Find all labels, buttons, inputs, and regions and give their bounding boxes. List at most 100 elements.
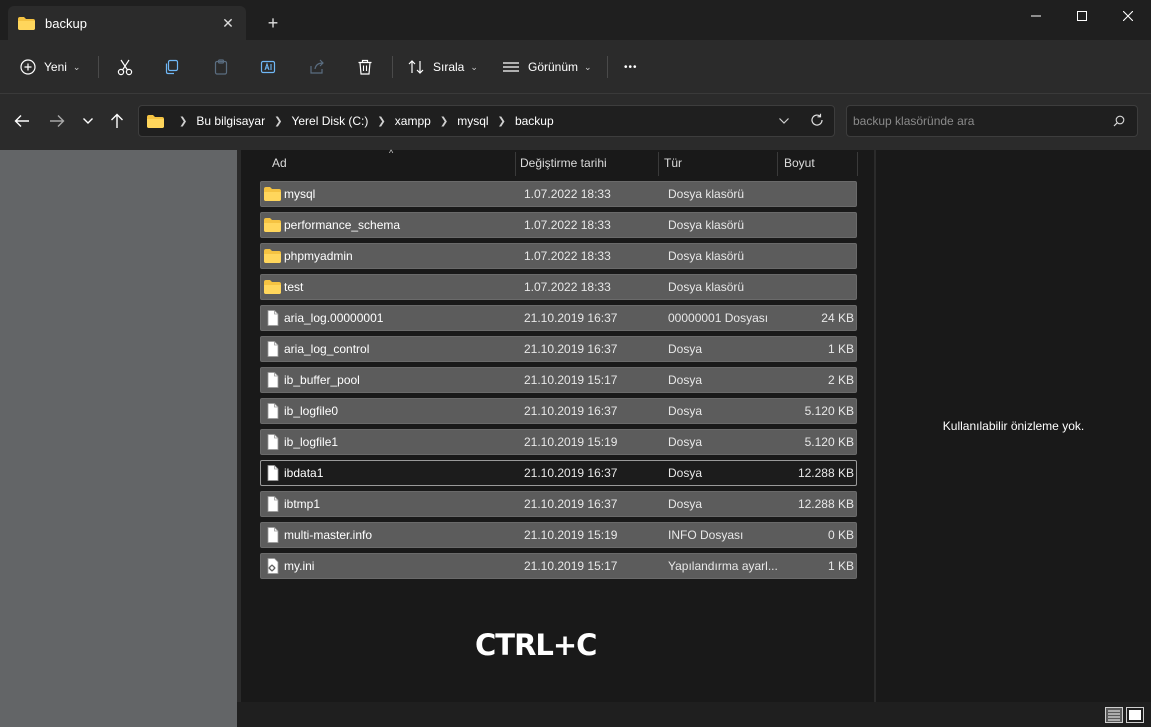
file-row[interactable]: ibtmp1 21.10.2019 16:37 Dosya 12.288 KB xyxy=(260,491,857,517)
address-bar[interactable]: ❯ Bu bilgisayar ❯ Yerel Disk (C:) ❯ xamp… xyxy=(138,105,835,137)
breadcrumb-item[interactable]: Yerel Disk (C:) xyxy=(291,114,368,128)
file-name: mysql xyxy=(284,187,316,201)
column-header-name[interactable]: Ad xyxy=(272,150,512,176)
file-name: ib_logfile0 xyxy=(284,404,339,418)
details-view-icon[interactable] xyxy=(1105,707,1123,723)
maximize-button[interactable] xyxy=(1059,0,1105,32)
breadcrumb-item[interactable]: Bu bilgisayar xyxy=(196,114,265,128)
file-row[interactable]: aria_log.00000001 21.10.2019 16:37 0000000… xyxy=(260,305,857,331)
recent-locations-button[interactable] xyxy=(78,111,98,131)
arrow-up-icon xyxy=(111,113,123,128)
file-type: Dosya klasörü xyxy=(668,280,745,294)
up-button[interactable] xyxy=(107,111,127,131)
address-history-button[interactable] xyxy=(778,114,790,128)
new-button[interactable]: Yeni ⌄ xyxy=(20,55,80,79)
file-size xyxy=(780,182,854,206)
column-divider[interactable] xyxy=(857,152,858,176)
column-header-size[interactable]: Boyut xyxy=(784,150,854,176)
file-row[interactable]: ib_logfile0 21.10.2019 16:37 Dosya 5.120 KB xyxy=(260,398,857,424)
file-icon xyxy=(267,434,279,450)
file-icon xyxy=(267,465,279,481)
chevron-down-icon: ⌄ xyxy=(470,61,478,72)
file-size: 2 KB xyxy=(827,373,854,387)
view-button[interactable]: Görünüm ⌄ xyxy=(502,55,592,79)
delete-button[interactable] xyxy=(356,55,374,79)
tab-close-icon[interactable]: ✕ xyxy=(220,15,236,31)
sort-icon xyxy=(408,60,424,74)
file-name: my.ini xyxy=(284,559,315,573)
large-icons-view-icon[interactable] xyxy=(1126,707,1144,723)
rename-button[interactable] xyxy=(259,55,277,79)
file-type: INFO Dosyası xyxy=(668,528,744,542)
file-row[interactable]: mysql 1.07.2022 18:33 Dosya klasörü xyxy=(260,181,857,207)
file-icon xyxy=(267,403,279,419)
file-icon xyxy=(267,496,279,512)
breadcrumb-item[interactable]: xampp xyxy=(395,114,431,128)
arrow-left-icon xyxy=(14,115,29,127)
navigation-pane[interactable] xyxy=(0,150,237,727)
folder-icon xyxy=(18,16,35,30)
maximize-icon xyxy=(1077,11,1087,21)
file-row[interactable]: aria_log_control 21.10.2019 16:37 Dosya 1 K… xyxy=(260,336,857,362)
file-name: ib_logfile1 xyxy=(284,435,339,449)
tab-backup[interactable]: backup ✕ xyxy=(8,6,246,40)
breadcrumb-item[interactable]: mysql xyxy=(457,114,488,128)
more-options-button[interactable]: ••• xyxy=(624,55,638,79)
file-name: performance_schema xyxy=(284,218,401,232)
search-icon[interactable] xyxy=(1113,115,1125,127)
address-row: ❯ Bu bilgisayar ❯ Yerel Disk (C:) ❯ xamp… xyxy=(0,94,1151,150)
share-icon xyxy=(310,59,324,74)
column-divider[interactable] xyxy=(515,152,516,176)
column-header-date[interactable]: Değiştirme tarihi xyxy=(520,150,660,176)
file-row[interactable]: phpmyadmin 1.07.2022 18:33 Dosya klasörü xyxy=(260,243,857,269)
file-row[interactable]: my.ini 21.10.2019 15:17 Yapılandırma ayarl… xyxy=(260,553,857,579)
file-icon xyxy=(267,310,279,326)
file-row[interactable]: test 1.07.2022 18:33 Dosya klasörü xyxy=(260,274,857,300)
search-box[interactable] xyxy=(846,105,1138,137)
back-button[interactable] xyxy=(12,111,32,131)
close-window-button[interactable] xyxy=(1105,0,1151,32)
plus-circle-icon xyxy=(20,59,36,75)
file-name: phpmyadmin xyxy=(284,249,353,263)
new-tab-button[interactable]: + xyxy=(262,12,284,34)
breadcrumb-separator: ❯ xyxy=(179,115,188,127)
file-size: 12.288 KB xyxy=(797,497,854,511)
file-icon xyxy=(267,372,279,388)
file-date: 21.10.2019 16:37 xyxy=(524,311,618,325)
file-row[interactable]: ib_buffer_pool 21.10.2019 15:17 Dosya 2 KB xyxy=(260,367,857,393)
refresh-button[interactable] xyxy=(810,113,824,130)
tab-title: backup xyxy=(45,15,87,31)
status-bar xyxy=(237,702,1151,727)
file-row[interactable]: performance_schema 1.07.2022 18:33 Dosya k… xyxy=(260,212,857,238)
file-type: Dosya klasörü xyxy=(668,187,745,201)
chevron-down-icon xyxy=(779,118,789,124)
sort-button[interactable]: Sırala ⌄ xyxy=(407,55,478,79)
file-type: Dosya xyxy=(668,466,703,480)
file-type: Dosya klasörü xyxy=(668,218,745,232)
column-divider[interactable] xyxy=(658,152,659,176)
file-date: 21.10.2019 15:19 xyxy=(524,435,618,449)
preview-pane: Kullanılabilir önizleme yok. xyxy=(874,150,1151,702)
share-button[interactable] xyxy=(308,55,326,79)
file-date: 21.10.2019 16:37 xyxy=(524,342,618,356)
file-row[interactable]: ib_logfile1 21.10.2019 15:19 Dosya 5.120 KB xyxy=(260,429,857,455)
cut-button[interactable] xyxy=(116,55,134,79)
file-row[interactable]: ibdata1 21.10.2019 16:37 Dosya 12.288 KB xyxy=(260,460,857,486)
search-input[interactable] xyxy=(847,106,1107,136)
breadcrumb-separator: ❯ xyxy=(439,115,449,127)
folder-icon xyxy=(264,280,281,294)
ctrl-c-label: CTRL+C xyxy=(475,628,597,662)
column-header-type[interactable]: Tür xyxy=(664,150,774,176)
copy-button[interactable] xyxy=(163,55,181,79)
minimize-button[interactable] xyxy=(1013,0,1059,32)
paste-button[interactable] xyxy=(212,55,230,79)
file-row[interactable]: multi-master.info 21.10.2019 15:19 INFO Do… xyxy=(260,522,857,548)
file-list-pane[interactable]: ^ Ad Değiştirme tarihi Tür Boyut mysql 1.… xyxy=(237,148,874,702)
forward-button[interactable] xyxy=(47,111,67,131)
column-divider[interactable] xyxy=(777,152,778,176)
file-size xyxy=(780,213,854,237)
file-date: 1.07.2022 18:33 xyxy=(524,280,611,294)
breadcrumb-item[interactable]: backup xyxy=(515,114,554,128)
file-date: 1.07.2022 18:33 xyxy=(524,187,611,201)
file-type: Dosya xyxy=(668,373,703,387)
